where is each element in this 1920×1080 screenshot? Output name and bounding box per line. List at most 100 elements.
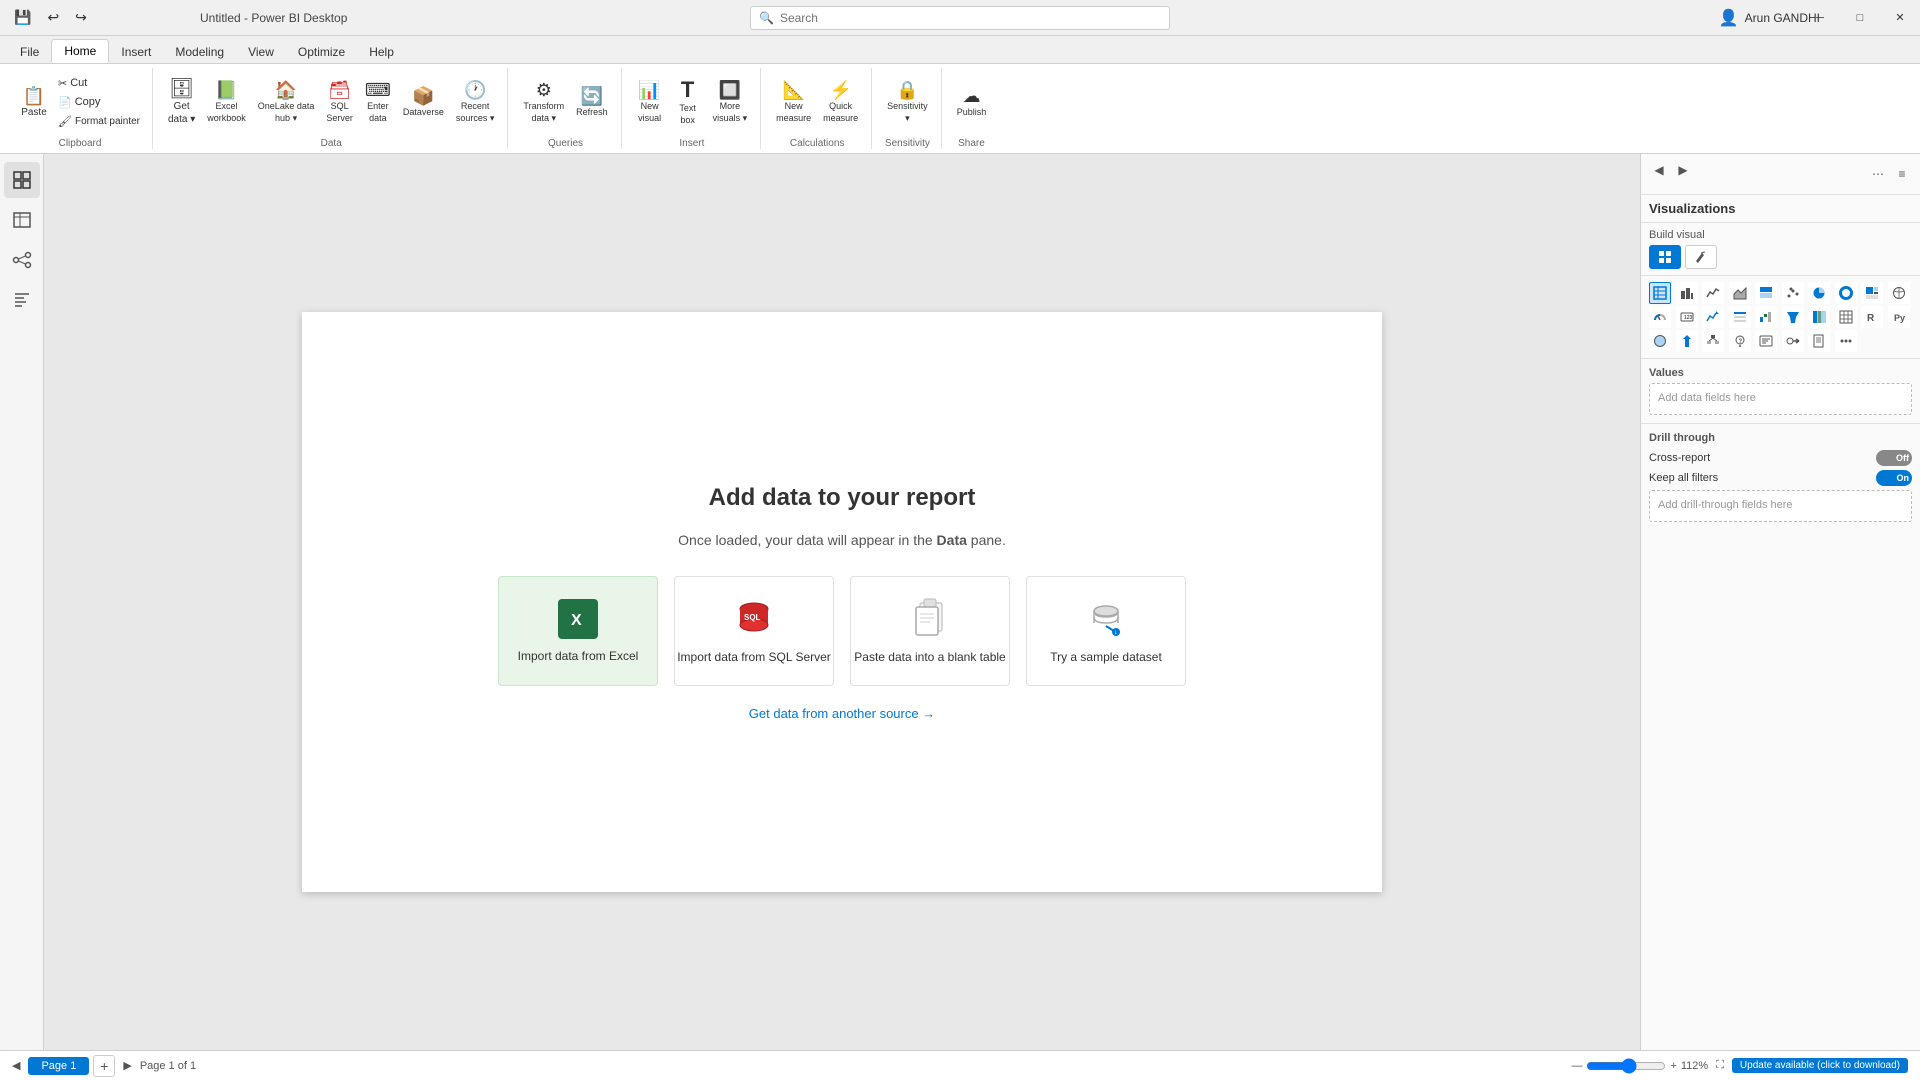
publish-button[interactable]: ☁ Publish	[952, 84, 992, 120]
share-items: ☁ Publish	[952, 68, 992, 136]
viz-icon-treemap[interactable]	[1861, 282, 1883, 304]
sample-dataset-card[interactable]: ↓ Try a sample dataset	[1026, 576, 1186, 686]
viz-icon-decomposition[interactable]	[1702, 330, 1724, 352]
import-excel-card[interactable]: X Import data from Excel	[498, 576, 658, 686]
onelake-hub-button[interactable]: 🏠 OneLake data hub ▾	[253, 78, 320, 127]
keep-all-filters-toggle[interactable]: On	[1876, 470, 1912, 486]
viz-icon-stacked-bar[interactable]	[1755, 282, 1777, 304]
viz-icon-bar[interactable]	[1676, 282, 1698, 304]
cut-button[interactable]: ✂ Cut	[54, 75, 144, 92]
close-button[interactable]: ✕	[1880, 0, 1920, 36]
viz-icon-table[interactable]	[1649, 282, 1671, 304]
get-data-button[interactable]: 🗄 Get data ▾	[163, 76, 200, 128]
undo-icon[interactable]: ↩	[41, 7, 65, 28]
viz-icon-gauge[interactable]	[1649, 306, 1671, 328]
new-measure-button[interactable]: 📐 New measure	[771, 78, 816, 126]
viz-icon-line[interactable]	[1702, 282, 1724, 304]
viz-icon-key-influencers[interactable]	[1782, 330, 1804, 352]
viz-icon-pie[interactable]	[1808, 282, 1830, 304]
copy-button[interactable]: 📄 Copy	[54, 94, 144, 111]
paste-button[interactable]: 📋 Paste	[16, 72, 52, 132]
viz-icon-matrix[interactable]	[1835, 306, 1857, 328]
sidebar-item-model-view[interactable]	[4, 242, 40, 278]
redo-icon[interactable]: ↪	[69, 7, 93, 28]
tab-optimize[interactable]: Optimize	[286, 41, 357, 63]
viz-icon-r-script[interactable]: R	[1861, 306, 1883, 328]
viz-icon-paginated[interactable]	[1808, 330, 1830, 352]
get-data-link[interactable]: Get data from another source →	[749, 706, 935, 721]
add-page-button[interactable]: +	[93, 1055, 115, 1077]
sample-card-icon: ↓	[1086, 597, 1126, 640]
viz-icon-waterfall[interactable]	[1755, 306, 1777, 328]
panel-expand-right[interactable]: ▶	[1673, 160, 1693, 180]
viz-icon-area[interactable]	[1729, 282, 1751, 304]
drill-through-drop-area[interactable]: Add drill-through fields here	[1649, 490, 1912, 522]
viz-icon-kpi[interactable]	[1702, 306, 1724, 328]
maximize-button[interactable]: □	[1840, 0, 1880, 36]
fit-page-icon[interactable]: ⛶	[1716, 1059, 1724, 1072]
viz-icon-slicer[interactable]	[1729, 306, 1751, 328]
viz-icon-funnel[interactable]	[1782, 306, 1804, 328]
viz-icon-qa[interactable]: ?	[1729, 330, 1751, 352]
panel-more-options[interactable]: ⋯	[1868, 164, 1888, 184]
share-label: Share	[952, 136, 992, 149]
recent-sources-button[interactable]: 🕐 Recent sources ▾	[451, 78, 500, 127]
drill-through-title: Drill through	[1649, 432, 1912, 444]
page-tab-1[interactable]: Page 1	[28, 1057, 89, 1075]
format-painter-button[interactable]: 🖌 Format painter	[54, 113, 144, 130]
sensitivity-button[interactable]: 🔒 Sensitivity ▾	[882, 78, 933, 127]
values-drop-area[interactable]: Add data fields here	[1649, 383, 1912, 415]
insert-label: Insert	[632, 136, 753, 149]
viz-icon-smart-narrative[interactable]	[1755, 330, 1777, 352]
new-visual-button[interactable]: 📊 New visual	[632, 78, 668, 126]
viz-icon-more-visuals-small[interactable]	[1835, 330, 1857, 352]
svg-text:?: ?	[1738, 339, 1742, 345]
excel-workbook-button[interactable]: 📗 Excel workbook	[202, 78, 251, 126]
tab-home[interactable]: Home	[51, 39, 109, 63]
viz-icon-azure-map[interactable]	[1676, 330, 1698, 352]
refresh-button[interactable]: 🔄 Refresh	[571, 84, 613, 120]
build-visual-tab-format[interactable]	[1685, 245, 1717, 269]
page-tabs: Page 1 +	[28, 1055, 115, 1077]
build-visual-tab-active[interactable]	[1649, 245, 1681, 269]
tab-modeling[interactable]: Modeling	[163, 41, 236, 63]
text-box-button[interactable]: T Text box	[670, 76, 706, 128]
viz-icon-donut[interactable]	[1835, 282, 1857, 304]
viz-icon-scatter[interactable]	[1782, 282, 1804, 304]
panel-collapse-left[interactable]: ◀	[1649, 160, 1669, 180]
sidebar-item-table-view[interactable]	[4, 202, 40, 238]
viz-icon-ribbon[interactable]	[1808, 306, 1830, 328]
enter-data-button[interactable]: ⌨ Enter data	[360, 78, 396, 126]
quick-measure-button[interactable]: ⚡ Quick measure	[818, 78, 863, 126]
tab-insert[interactable]: Insert	[109, 41, 163, 63]
tab-help[interactable]: Help	[357, 41, 406, 63]
viz-icon-python[interactable]: Py	[1888, 306, 1910, 328]
zoom-slider[interactable]	[1586, 1058, 1666, 1074]
tab-file[interactable]: File	[8, 41, 51, 63]
viz-icon-map[interactable]	[1888, 282, 1910, 304]
zoom-out-icon[interactable]: —	[1571, 1060, 1582, 1072]
cross-report-toggle[interactable]: Off	[1876, 450, 1912, 466]
minimize-button[interactable]: ─	[1800, 0, 1840, 36]
dataverse-button[interactable]: 📦 Dataverse	[398, 84, 449, 120]
viz-icon-filled-map[interactable]	[1649, 330, 1671, 352]
svg-text:R: R	[1867, 313, 1875, 324]
more-visuals-button[interactable]: 🔲 More visuals ▾	[708, 78, 753, 127]
nav-next[interactable]: ▶	[123, 1059, 131, 1072]
viz-icon-card[interactable]: 123	[1676, 306, 1698, 328]
onelake-icon: 🏠	[275, 81, 297, 99]
paste-data-card[interactable]: Paste data into a blank table	[850, 576, 1010, 686]
nav-prev[interactable]: ◀	[12, 1059, 20, 1072]
sidebar-item-dax-query[interactable]	[4, 282, 40, 318]
update-badge[interactable]: Update available (click to download)	[1732, 1058, 1908, 1073]
sql-server-button[interactable]: 🗃 SQL Server	[321, 78, 358, 126]
tab-view[interactable]: View	[236, 41, 286, 63]
save-icon[interactable]: 💾	[8, 7, 37, 28]
import-sql-card[interactable]: SQL Import data from SQL Server	[674, 576, 834, 686]
sidebar-item-report-view[interactable]	[4, 162, 40, 198]
search-input[interactable]	[780, 11, 1161, 25]
panel-settings-icon[interactable]: ≡	[1892, 164, 1912, 184]
search-bar[interactable]: 🔍	[750, 6, 1170, 30]
zoom-in-icon[interactable]: +	[1670, 1060, 1676, 1072]
transform-data-button[interactable]: ⚙ Transform data ▾	[518, 78, 569, 127]
